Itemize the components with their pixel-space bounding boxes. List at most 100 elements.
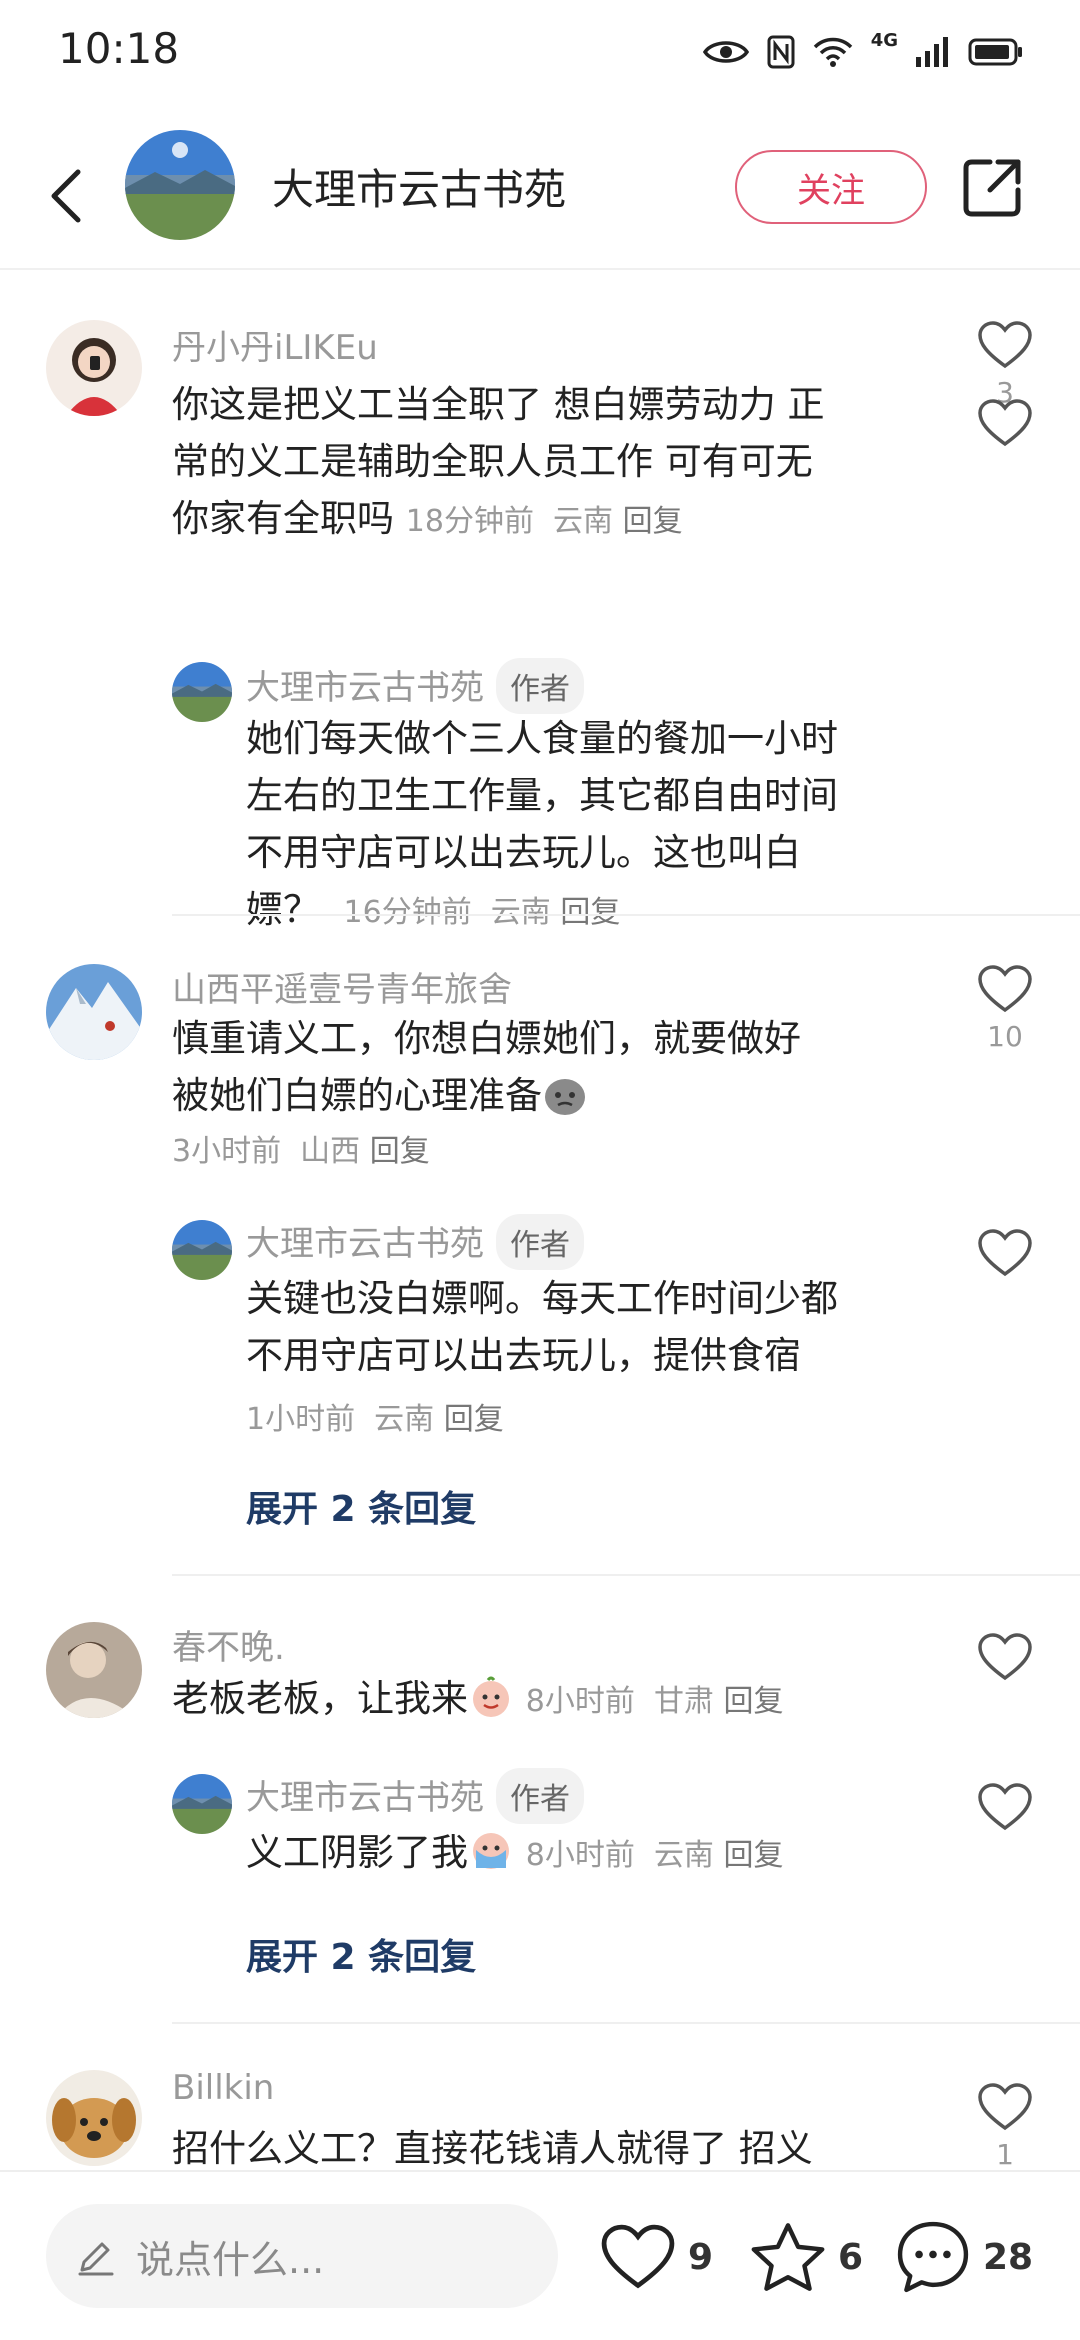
- author-badge: 作者: [496, 1213, 584, 1270]
- avatar[interactable]: [172, 662, 232, 722]
- comment-line: 老板老板，让我来 8小时前 甘肃 回复: [172, 1670, 952, 1730]
- comment-author[interactable]: 丹小丹iLIKEu: [172, 320, 378, 369]
- emoji-icon: [545, 1078, 585, 1115]
- comment-line: 你家有全职吗 18分钟前 云南 回复: [172, 490, 932, 550]
- reply-line: 她们每天做个三人食量的餐加一小时: [246, 717, 838, 760]
- reply-button[interactable]: 回复: [723, 1684, 783, 1719]
- comment-list[interactable]: 丹小丹iLIKEu 你这是把义工当全职了 想白嫖劳动力 正 常的义工是辅助全职人…: [0, 270, 1080, 2170]
- divider: [172, 1574, 1080, 1576]
- avatar[interactable]: [125, 130, 235, 240]
- comment-line-text: 被她们白嫖的心理准备: [172, 1074, 542, 1117]
- like-button[interactable]: [970, 1228, 1040, 1278]
- reply-location: 云南: [653, 1838, 714, 1873]
- comment-line: 你这是把义工当全职了 想白嫖劳动力 正: [172, 383, 825, 426]
- heart-icon: [978, 965, 1032, 1013]
- status-bar: 10:18 4G: [0, 0, 1080, 100]
- emoji-icon: [473, 1676, 509, 1717]
- reply-author-name: 大理市云古书苑: [246, 1224, 484, 1264]
- network-type: 4G: [870, 29, 898, 51]
- comment-author[interactable]: 春不晚.: [172, 1620, 285, 1669]
- divider: [172, 2022, 1080, 2024]
- battery-icon: [968, 38, 1022, 66]
- reply-location: 云南: [374, 1402, 435, 1437]
- avatar[interactable]: [46, 1622, 142, 1718]
- reply-line: 关键也没白嫖啊。每天工作时间少都: [246, 1277, 838, 1320]
- avatar[interactable]: [172, 1220, 232, 1280]
- reply-button[interactable]: 回复: [623, 504, 683, 539]
- reply-button[interactable]: 回复: [444, 1402, 504, 1437]
- reply-line-text: 嫖？: [246, 888, 320, 931]
- like-button[interactable]: [970, 1632, 1040, 1682]
- like-action[interactable]: 9: [600, 2212, 713, 2302]
- comment-time: 3小时前: [172, 1134, 282, 1169]
- comment-line: 招什么义工？直接花钱请人就得了 招义: [172, 2127, 813, 2170]
- like-button[interactable]: [970, 398, 1040, 448]
- star-action[interactable]: 6: [750, 2212, 863, 2302]
- emoji-icon: [473, 1832, 509, 1869]
- like-count: 9: [688, 2236, 714, 2278]
- share-button[interactable]: [960, 154, 1026, 220]
- pencil-icon: [78, 2242, 114, 2276]
- avatar[interactable]: [46, 320, 142, 416]
- reply-line: 嫖？ 16分钟前 云南 回复: [246, 881, 936, 941]
- expand-replies-button[interactable]: 展开 2 条回复: [246, 1928, 476, 1980]
- heart-icon: [978, 1633, 1032, 1681]
- comment-count: 28: [983, 2236, 1034, 2278]
- reply-button[interactable]: 回复: [560, 895, 620, 930]
- comment-bubble-icon: [897, 2221, 969, 2293]
- heart-icon: [978, 399, 1032, 447]
- like-button[interactable]: 1: [970, 2082, 1040, 2170]
- heart-icon: [978, 1783, 1032, 1831]
- star-icon: [751, 2223, 825, 2291]
- avatar[interactable]: [46, 2070, 142, 2166]
- comment-text[interactable]: 慎重请义工，你想白嫖她们，就要做好 被她们白嫖的心理准备: [172, 1010, 932, 1124]
- reply-line: 不用守店可以出去玩儿，提供食宿: [246, 1334, 801, 1377]
- comment-meta: 3小时前 山西 回复: [172, 1126, 430, 1170]
- reply-text[interactable]: 关键也没白嫖啊。每天工作时间少都 不用守店可以出去玩儿，提供食宿: [246, 1270, 936, 1384]
- signal-icon: [916, 37, 948, 67]
- reply-text[interactable]: 义工阴影了我 8小时前 云南 回复: [246, 1824, 946, 1884]
- comment-text[interactable]: 老板老板，让我来 8小时前 甘肃 回复: [172, 1670, 952, 1730]
- comment-time: 8小时前: [525, 1684, 635, 1719]
- star-count: 6: [838, 2236, 864, 2278]
- reply-author[interactable]: 大理市云古书苑 作者: [246, 657, 584, 718]
- reply-author[interactable]: 大理市云古书苑 作者: [246, 1213, 584, 1274]
- like-button[interactable]: 10: [970, 964, 1040, 1053]
- heart-icon: [978, 2083, 1032, 2131]
- author-badge: 作者: [496, 1767, 584, 1824]
- status-time: 10:18: [58, 24, 180, 73]
- comment-text[interactable]: 你这是把义工当全职了 想白嫖劳动力 正 常的义工是辅助全职人员工作 可有可无 你…: [172, 376, 932, 550]
- comment-author[interactable]: Billkin: [172, 2068, 274, 2108]
- reply-line: 义工阴影了我 8小时前 云南 回复: [246, 1824, 946, 1884]
- reply-meta: 8小时前 云南 回复: [526, 1838, 784, 1873]
- comment-line: 常的义工是辅助全职人员工作 可有可无: [172, 440, 813, 483]
- comment-author[interactable]: 山西平遥壹号青年旅舍: [172, 962, 512, 1011]
- bottom-bar: 说点什么... 9 6 28: [0, 2170, 1080, 2340]
- follow-button[interactable]: 关注: [735, 150, 927, 224]
- reply-button[interactable]: 回复: [370, 1134, 430, 1169]
- avatar[interactable]: [172, 1774, 232, 1834]
- wifi-icon: [813, 37, 852, 67]
- reply-text[interactable]: 她们每天做个三人食量的餐加一小时 左右的卫生工作量，其它都自由时间 不用守店可以…: [246, 710, 936, 941]
- status-icons: 4G: [702, 28, 1024, 76]
- like-count: 10: [987, 1020, 1023, 1053]
- reply-author[interactable]: 大理市云古书苑 作者: [246, 1767, 584, 1828]
- like-button[interactable]: 3: [970, 320, 1040, 409]
- like-count: 1: [996, 2138, 1014, 2170]
- comment-time: 18分钟前: [405, 504, 534, 539]
- like-button[interactable]: [970, 1782, 1040, 1832]
- reply-button[interactable]: 回复: [723, 1838, 783, 1873]
- reply-time: 16分钟前: [343, 895, 472, 930]
- heart-icon: [978, 321, 1032, 369]
- comment-action[interactable]: 28: [895, 2212, 1033, 2302]
- expand-replies-button[interactable]: 展开 2 条回复: [246, 1480, 476, 1532]
- input-placeholder: 说点什么...: [136, 2237, 325, 2282]
- comment-location: 甘肃: [653, 1684, 714, 1719]
- avatar[interactable]: [46, 964, 142, 1060]
- reply-time: 1小时前: [246, 1402, 356, 1437]
- comment-input[interactable]: 说点什么...: [46, 2204, 558, 2308]
- reply-meta: 16分钟前 云南 回复: [344, 895, 621, 930]
- back-button[interactable]: [36, 156, 96, 236]
- comment-text[interactable]: 招什么义工？直接花钱请人就得了 招义: [172, 2120, 932, 2170]
- eye-icon: [702, 41, 749, 63]
